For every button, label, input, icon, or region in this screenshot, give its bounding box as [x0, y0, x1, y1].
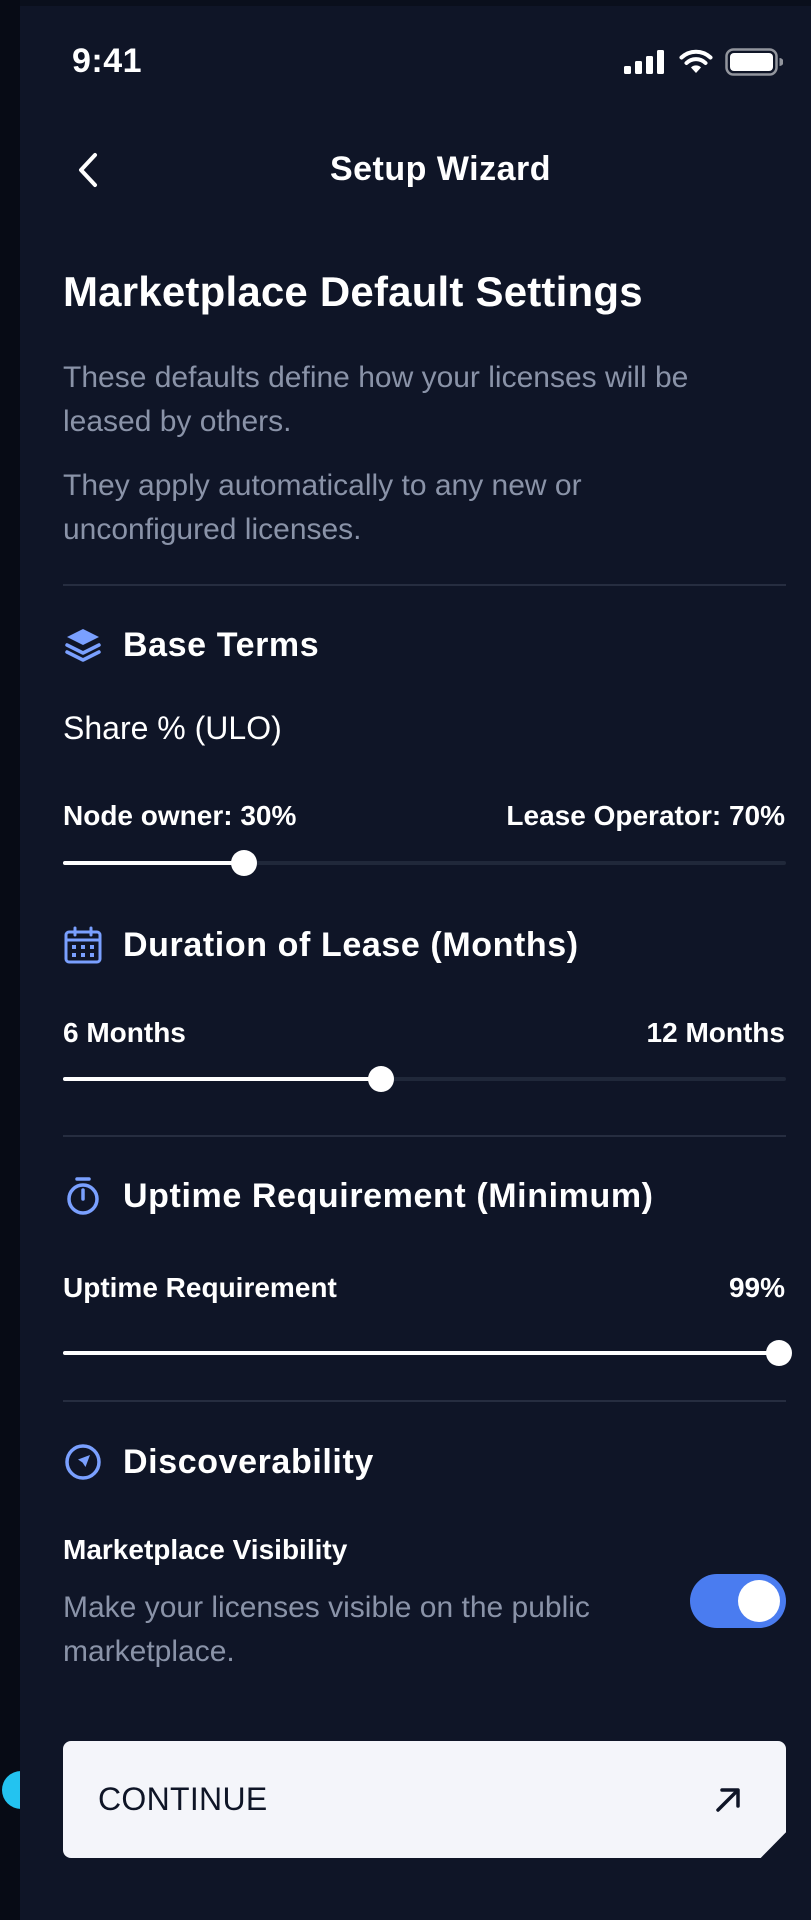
share-slider[interactable]: [63, 848, 786, 878]
nav-header: Setup Wizard: [20, 124, 811, 218]
slider-fill: [63, 861, 244, 865]
visibility-label: Marketplace Visibility: [63, 1534, 348, 1565]
slider-fill: [63, 1077, 382, 1081]
continue-button[interactable]: CONTINUE: [63, 1741, 786, 1858]
section-base-terms: Base Terms: [63, 625, 319, 665]
left-edge-strip: [0, 0, 20, 1920]
slider-thumb[interactable]: [765, 1340, 792, 1366]
compass-icon: [63, 1442, 103, 1482]
cellular-signal-icon: [624, 50, 664, 74]
slider-thumb[interactable]: [368, 1066, 395, 1092]
divider: [63, 584, 786, 586]
section-title: Base Terms: [123, 625, 320, 664]
duration-slider[interactable]: [63, 1064, 786, 1094]
section-title: Duration of Lease (Months): [123, 925, 579, 964]
divider: [63, 1400, 786, 1402]
toggle-knob: [738, 1580, 780, 1622]
battery-icon: [725, 48, 783, 76]
status-icons: [623, 48, 783, 76]
visibility-description: Make your licenses visible on the public…: [63, 1591, 590, 1668]
calendar-icon: [63, 925, 103, 965]
section-duration: Duration of Lease (Months): [63, 925, 579, 965]
duration-min-label: 6 Months: [63, 1017, 186, 1048]
visibility-toggle[interactable]: [690, 1574, 786, 1628]
uptime-label: Uptime Requirement: [63, 1272, 337, 1303]
stopwatch-icon: [63, 1176, 103, 1216]
section-uptime: Uptime Requirement (Minimum): [63, 1176, 654, 1216]
page-description-secondary: They apply automatically to any new or u…: [63, 469, 582, 546]
uptime-value: 99%: [728, 1272, 785, 1303]
section-discoverability: Discoverability: [63, 1442, 374, 1482]
divider: [63, 1135, 786, 1137]
header-title: Setup Wizard: [329, 150, 552, 188]
status-time: 9:41: [72, 42, 143, 80]
status-bar: 9:41: [20, 6, 811, 116]
section-title: Uptime Requirement (Minimum): [123, 1176, 654, 1215]
duration-max-label: 12 Months: [646, 1017, 785, 1048]
continue-label: CONTINUE: [98, 1781, 268, 1817]
slider-thumb[interactable]: [230, 850, 257, 876]
slider-fill: [63, 1351, 779, 1355]
wifi-icon: [679, 49, 713, 73]
lease-operator-label: Lease Operator: 70%: [506, 800, 785, 831]
uptime-slider[interactable]: [63, 1338, 792, 1368]
share-label: Share % (ULO): [63, 710, 282, 746]
arrow-up-right-icon: [712, 1784, 744, 1816]
node-owner-label: Node owner: 30%: [63, 800, 297, 831]
section-title: Discoverability: [123, 1442, 374, 1481]
page-description: These defaults define how your licenses …: [63, 361, 689, 438]
page-title: Marketplace Default Settings: [63, 268, 643, 315]
phone-screen: 9:41 Setup Wizard Marketplace Default Se…: [20, 6, 811, 1920]
layers-icon: [63, 625, 103, 665]
